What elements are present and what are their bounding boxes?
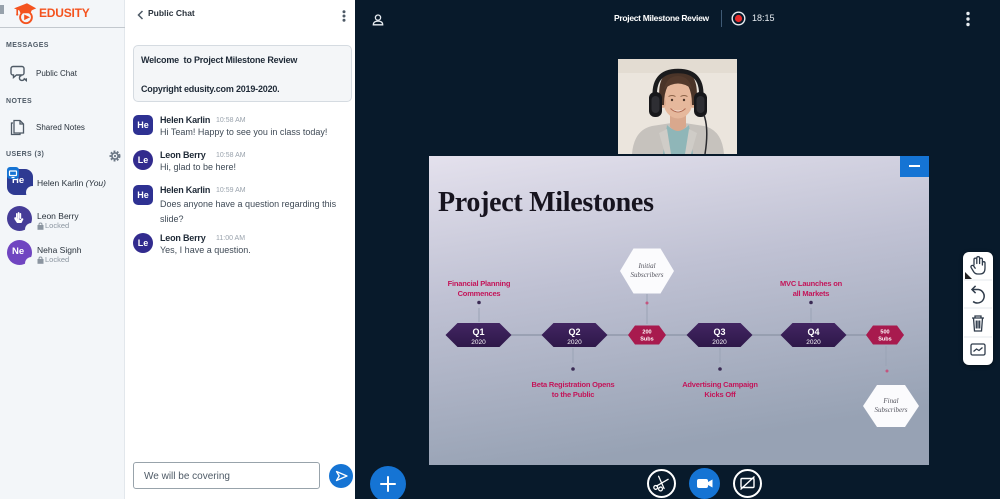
svg-text:Beta Registration Opens: Beta Registration Opens: [532, 380, 615, 389]
svg-text:Q3: Q3: [713, 327, 725, 337]
svg-text:Advertising Campaign: Advertising Campaign: [682, 380, 758, 389]
svg-text:200: 200: [642, 330, 651, 336]
svg-text:Kicks Off: Kicks Off: [704, 390, 736, 399]
svg-text:Subs: Subs: [640, 337, 653, 343]
svg-text:Subs: Subs: [878, 337, 891, 343]
svg-text:2020: 2020: [471, 339, 486, 346]
svg-text:2020: 2020: [712, 339, 727, 346]
svg-text:Initial: Initial: [637, 262, 655, 270]
svg-text:2020: 2020: [806, 339, 821, 346]
svg-text:Commences: Commences: [458, 289, 501, 298]
svg-text:EDUSITY: EDUSITY: [39, 6, 90, 20]
svg-text:all Markets: all Markets: [793, 289, 830, 298]
svg-text:Final: Final: [882, 397, 898, 405]
svg-text:to the Public: to the Public: [552, 390, 594, 399]
svg-text:2020: 2020: [567, 339, 582, 346]
svg-text:Q1: Q1: [472, 327, 484, 337]
svg-text:Q2: Q2: [568, 327, 580, 337]
svg-text:Subscribers: Subscribers: [874, 406, 907, 414]
svg-text:500: 500: [880, 330, 889, 336]
svg-text:MVC Launches on: MVC Launches on: [780, 279, 843, 288]
svg-text:Q4: Q4: [807, 327, 819, 337]
svg-text:Project Milestones: Project Milestones: [438, 187, 654, 218]
svg-text:Subscribers: Subscribers: [630, 271, 663, 279]
svg-text:Financial Planning: Financial Planning: [448, 279, 511, 288]
